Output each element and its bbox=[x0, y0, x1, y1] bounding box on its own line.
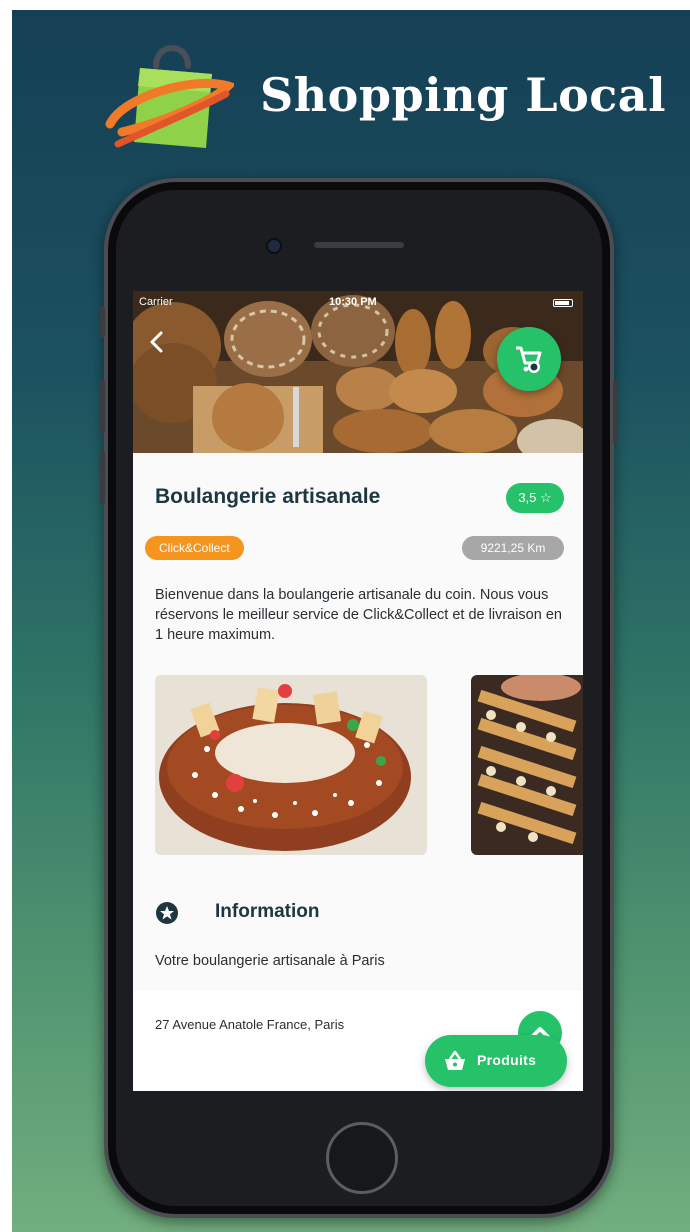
volume-up-button bbox=[100, 380, 105, 434]
power-button bbox=[613, 380, 618, 444]
information-header: Information bbox=[155, 899, 455, 929]
gallery-photo-pastries[interactable] bbox=[471, 675, 583, 855]
star-circle-icon bbox=[156, 902, 178, 924]
gallery-photo-brioche[interactable] bbox=[155, 675, 427, 855]
bakery-hero-image: Carrier 10:30 PM bbox=[133, 291, 583, 453]
basket-icon bbox=[445, 1050, 465, 1070]
store-name: Boulangerie artisanale bbox=[155, 485, 381, 508]
address-panel: 27 Avenue Anatole France, Paris Produits bbox=[133, 991, 583, 1091]
battery-icon bbox=[553, 299, 573, 307]
cart-icon bbox=[516, 346, 542, 373]
store-address: 27 Avenue Anatole France, Paris bbox=[155, 1017, 345, 1032]
earpiece-speaker bbox=[314, 242, 404, 248]
brand-title: Shopping Local bbox=[260, 68, 667, 122]
back-button[interactable] bbox=[143, 327, 173, 357]
app-screen: Carrier 10:30 PM Boulangerie artisanale bbox=[133, 291, 583, 1091]
home-button bbox=[326, 1122, 398, 1194]
store-details: Boulangerie artisanale 3,5 ☆ Click&Colle… bbox=[133, 453, 583, 1091]
front-camera bbox=[268, 240, 280, 252]
status-bar: Carrier 10:30 PM bbox=[133, 293, 583, 311]
promo-background: Shopping Local Carrier 10:30 PM Boulange… bbox=[12, 10, 690, 1232]
distance-badge: 9221,25 Km bbox=[462, 536, 564, 560]
photo-gallery[interactable] bbox=[155, 675, 583, 859]
rating-badge: 3,5 ☆ bbox=[506, 483, 564, 513]
click-collect-tag: Click&Collect bbox=[145, 536, 244, 560]
information-text: Votre boulangerie artisanale à Paris bbox=[155, 953, 385, 969]
volume-down-button bbox=[100, 450, 105, 504]
information-title: Information bbox=[215, 901, 320, 922]
produits-label: Produits bbox=[477, 1052, 537, 1068]
cart-button[interactable] bbox=[497, 327, 561, 391]
status-carrier: Carrier bbox=[139, 296, 173, 308]
status-time: 10:30 PM bbox=[329, 296, 377, 308]
chevron-left-icon bbox=[150, 331, 163, 353]
produits-button[interactable]: Produits bbox=[425, 1035, 567, 1087]
shopping-bag-logo bbox=[104, 36, 237, 162]
store-description: Bienvenue dans la boulangerie artisanale… bbox=[155, 587, 562, 643]
mute-switch bbox=[100, 306, 105, 338]
